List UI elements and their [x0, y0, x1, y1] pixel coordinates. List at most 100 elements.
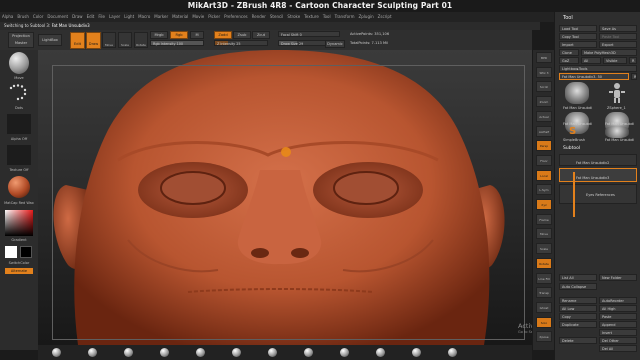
menu-item-macro[interactable]: Macro	[138, 12, 150, 22]
material-ball-11[interactable]	[412, 348, 421, 357]
rightshelf-floor-button[interactable]: Floor	[536, 154, 552, 166]
insert-button[interactable]: Insert	[599, 329, 637, 336]
switch-color-label[interactable]: SwitchColor	[3, 261, 35, 265]
menu-item-color[interactable]: Color	[33, 12, 43, 22]
menu-item-zplugin[interactable]: Zplugin	[359, 12, 374, 22]
material-ball-1[interactable]	[52, 348, 61, 357]
import-button[interactable]: Import	[559, 41, 597, 48]
rotate-button[interactable]: Rotate	[134, 32, 148, 48]
rightshelf-xpose-button[interactable]: Xpose	[536, 331, 552, 343]
zsub-button[interactable]: Zsub	[233, 31, 251, 39]
brush-icon[interactable]	[9, 52, 29, 74]
r-button[interactable]: R	[629, 57, 637, 64]
edit-button[interactable]: Edit	[70, 32, 85, 49]
r-button-2[interactable]: R	[631, 73, 637, 80]
tool-thumb-1[interactable]	[565, 82, 589, 104]
secondary-color-swatch[interactable]	[20, 246, 32, 258]
new-folder-button[interactable]: New Folder	[599, 274, 637, 281]
move-button[interactable]: Move	[102, 32, 116, 48]
menu-item-texture[interactable]: Texture	[304, 12, 319, 22]
material-ball-2[interactable]	[88, 348, 97, 357]
copy-button[interactable]: Copy	[559, 313, 597, 320]
clone-button[interactable]: Clone	[559, 49, 579, 56]
z-intensity-slider[interactable]: Z Intensity 25	[214, 40, 268, 46]
menu-item-marker[interactable]: Marker	[154, 12, 168, 22]
scale-button[interactable]: Scale	[118, 32, 132, 48]
material-ball-10[interactable]	[376, 348, 385, 357]
rightshelf-frame-button[interactable]: Frame	[536, 213, 552, 225]
tool-thumb-6[interactable]	[605, 126, 629, 138]
rightshelf-bpr-button[interactable]: BPR	[536, 52, 552, 63]
rightshelf-zoom-button[interactable]: Zoom	[536, 96, 552, 108]
save-as-button[interactable]: Save As	[599, 25, 637, 32]
alpha-thumbnail[interactable]	[7, 114, 31, 134]
material-ball-9[interactable]	[340, 348, 349, 357]
zsphere-icon[interactable]	[605, 82, 629, 104]
menu-item-stencil[interactable]: Stencil	[270, 12, 284, 22]
menu-item-edit[interactable]: Edit	[87, 12, 95, 22]
paste-tool-button[interactable]: Paste Tool	[599, 33, 637, 40]
rightshelf-persp-button[interactable]: Persp	[536, 140, 552, 152]
menu-item-file[interactable]: File	[98, 12, 105, 22]
menu-item-layer[interactable]: Layer	[109, 12, 120, 22]
append-button[interactable]: Append	[599, 321, 637, 328]
list-all-button[interactable]: List All	[559, 274, 597, 281]
focal-shift-slider[interactable]: Focal Shift 0	[278, 31, 340, 37]
material-ball-8[interactable]	[304, 348, 313, 357]
menu-item-preferences[interactable]: Preferences	[224, 12, 248, 22]
menu-item-render[interactable]: Render	[252, 12, 266, 22]
paste-button[interactable]: Paste	[599, 313, 637, 320]
visible-button[interactable]: Visible	[603, 57, 627, 64]
rightshelf-spix-3-button[interactable]: SPix 3	[536, 66, 552, 78]
material-ball-4[interactable]	[160, 348, 169, 357]
subtool-item-3[interactable]: Eyes References	[559, 184, 637, 204]
menu-item-movie[interactable]: Movie	[192, 12, 204, 22]
menu-item-material[interactable]: Material	[172, 12, 188, 22]
simplebrush-icon[interactable]: S	[569, 126, 576, 137]
menu-item-brush[interactable]: Brush	[17, 12, 29, 22]
rightshelf-actual-button[interactable]: Actual	[536, 110, 552, 122]
rightshelf-scale-button[interactable]: Scale	[536, 243, 552, 255]
dynamic-button[interactable]: Dynamic	[325, 40, 345, 48]
delete-button[interactable]: Delete	[559, 337, 597, 344]
subtool-header[interactable]: Subtool	[563, 146, 580, 151]
copy-tool-button[interactable]: Copy Tool	[559, 33, 597, 40]
duplicate-button[interactable]: Duplicate	[559, 321, 597, 328]
color-picker[interactable]	[5, 210, 33, 236]
subtool-item-2[interactable]: Fat Man Unsubdiv3	[559, 168, 637, 182]
all-low-button[interactable]: All Low	[559, 305, 597, 312]
lightbox-button[interactable]: LightBox	[38, 34, 62, 46]
goz-button[interactable]: GoZ	[559, 57, 579, 64]
rename-button[interactable]: Rename	[559, 297, 597, 304]
material-ball-3[interactable]	[124, 348, 133, 357]
menu-item-draw[interactable]: Draw	[72, 12, 82, 22]
rgb-button[interactable]: Rgb	[170, 31, 188, 39]
menu-item-picker[interactable]: Picker	[208, 12, 220, 22]
auto-collapse-button[interactable]: Auto Collapse	[559, 283, 597, 290]
stroke-dots-icon[interactable]	[8, 84, 30, 104]
subtool-item-1[interactable]: Fat Man Unsubdiv2	[559, 154, 637, 166]
autoreorder-button[interactable]: AutoReorder	[599, 297, 637, 304]
rightshelf-xyz-button[interactable]: Xyz	[536, 199, 552, 210]
material-sphere-icon[interactable]	[8, 176, 30, 198]
material-ball-6[interactable]	[232, 348, 241, 357]
menu-item-zscript[interactable]: Zscript	[378, 12, 392, 22]
main-color-swatch[interactable]	[5, 246, 17, 258]
menu-item-transform[interactable]: Transform	[335, 12, 355, 22]
zadd-button[interactable]: Zadd	[214, 31, 232, 39]
menu-item-tool[interactable]: Tool	[323, 12, 331, 22]
m-button[interactable]: M	[190, 31, 204, 39]
rightshelf-l-sym-button[interactable]: L.Sym	[536, 184, 552, 196]
menu-item-light[interactable]: Light	[124, 12, 134, 22]
texture-thumbnail[interactable]	[7, 145, 31, 165]
lightbox-tools-button[interactable]: Lightbox▸Tools	[559, 65, 637, 72]
rightshelf-ghost-button[interactable]: Ghost	[536, 301, 552, 313]
menu-item-stroke[interactable]: Stroke	[287, 12, 300, 22]
all-high-button[interactable]: All High	[599, 305, 637, 312]
rightshelf-local-button[interactable]: Local	[536, 169, 552, 181]
rightshelf-aahalf-button[interactable]: AAHalf	[536, 125, 552, 137]
make-polymesh-button[interactable]: Make PolyMesh3D	[581, 49, 637, 56]
load-tool-button[interactable]: Load Tool	[559, 25, 597, 32]
rightshelf-scroll-button[interactable]: Scroll	[536, 81, 552, 93]
material-ball-12[interactable]	[448, 348, 457, 357]
